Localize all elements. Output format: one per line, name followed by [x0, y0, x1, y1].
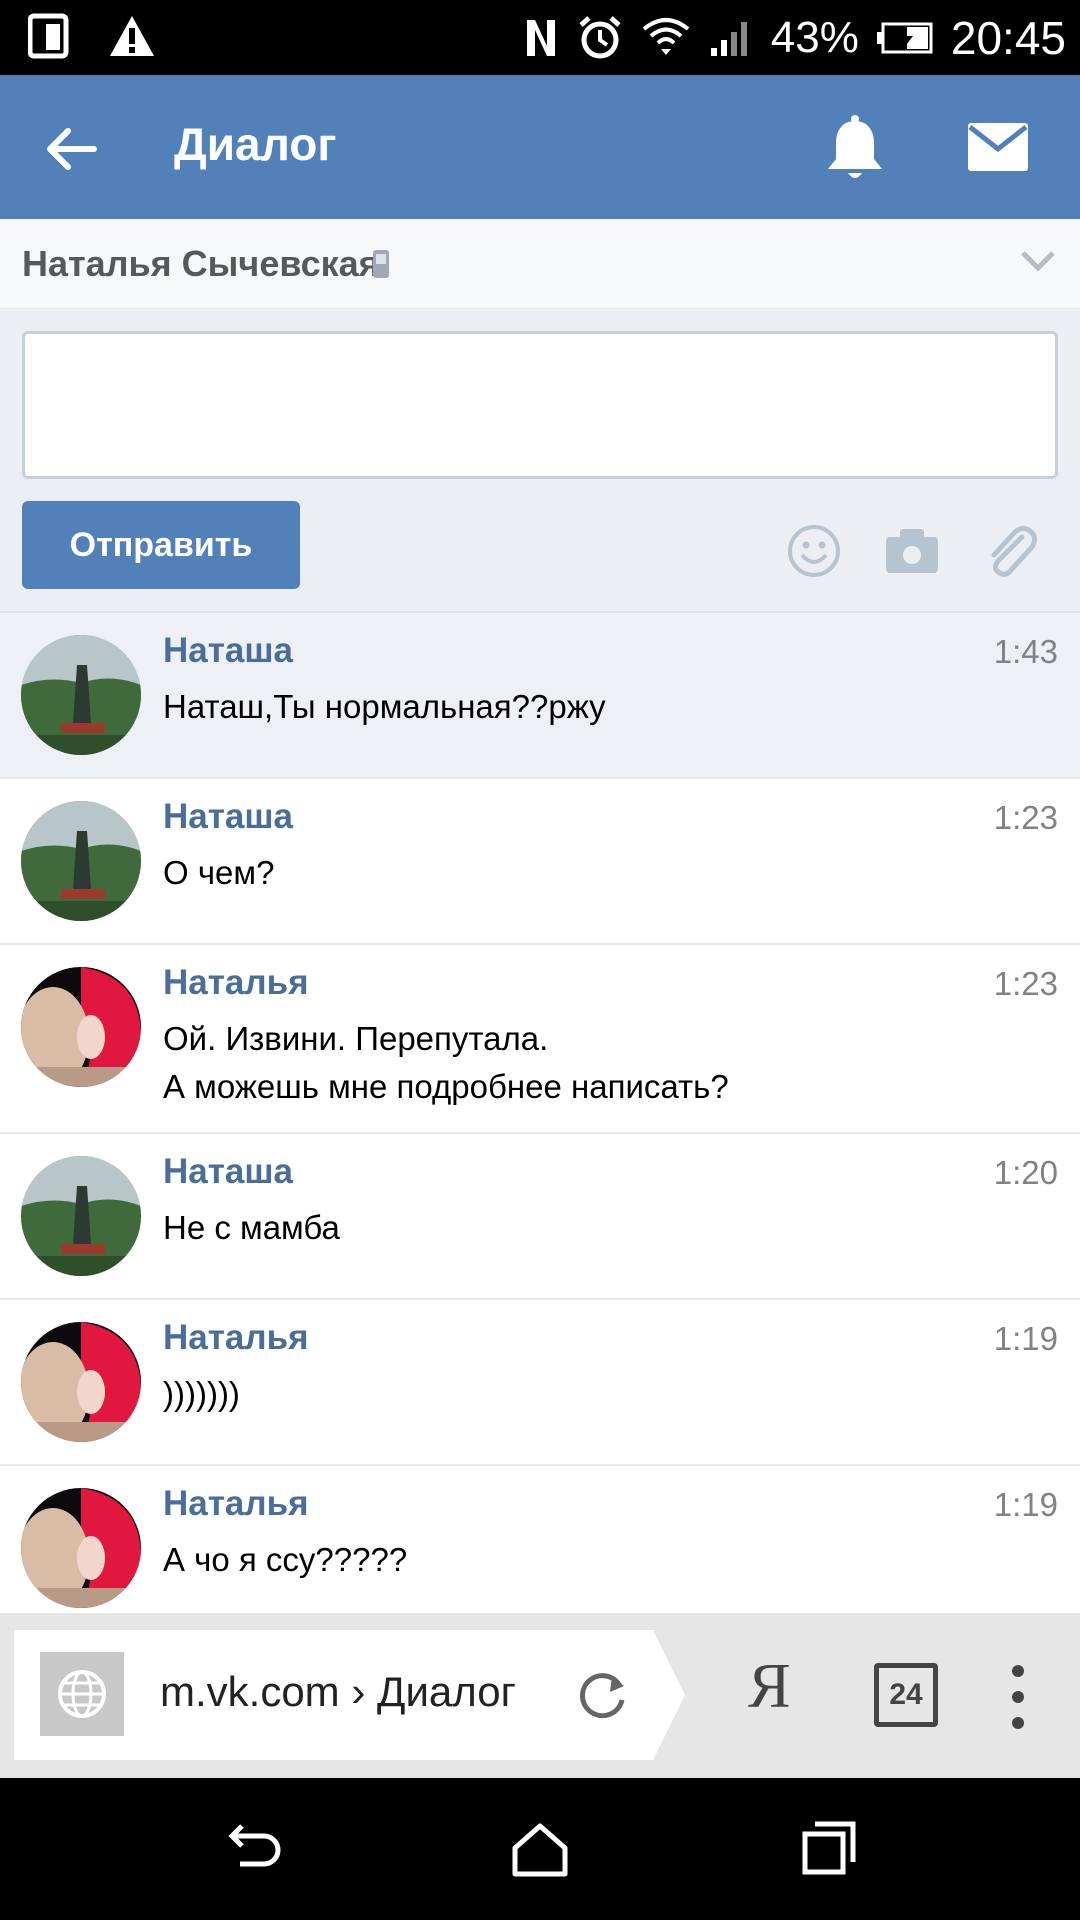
send-button[interactable]: Отправить [22, 501, 300, 589]
message-text: ))))))) [163, 1375, 240, 1412]
nav-home-icon[interactable] [507, 1816, 573, 1882]
contact-name: Наталья Сычевская [22, 243, 380, 284]
message-author[interactable]: Наташа [163, 1152, 293, 1192]
dialog-contact-header[interactable]: Наталья Сычевская [0, 219, 1080, 309]
avatar[interactable] [21, 801, 141, 921]
signal-icon [710, 21, 747, 56]
message-list: Наташа 1:43 Наташ,Ты нормальная??ржу Нат… [0, 613, 1080, 1613]
message-time: 1:20 [993, 1154, 1058, 1191]
page-title: Диалог [174, 118, 337, 170]
avatar[interactable] [21, 1322, 141, 1442]
message-item[interactable]: Наташа 1:43 Наташ,Ты нормальная??ржу [0, 613, 1080, 779]
message-time: 1:19 [993, 1320, 1058, 1357]
wifi-icon [642, 17, 690, 55]
notifications-bell-icon[interactable] [824, 115, 886, 183]
message-item[interactable]: Наташа 1:23 О чем? [0, 779, 1080, 945]
redhair-avatar-image [21, 1488, 141, 1608]
tabs-counter-button[interactable]: 24 [874, 1663, 938, 1727]
message-time: 1:23 [993, 799, 1058, 836]
message-text: Наташ,Ты нормальная??ржу [163, 688, 606, 725]
redhair-avatar-image [21, 967, 141, 1087]
message-author[interactable]: Наташа [163, 797, 293, 837]
system-nav-bar [0, 1778, 1080, 1920]
message-item[interactable]: Наташа 1:20 Не с мамба [0, 1134, 1080, 1300]
message-author[interactable]: Наталья [163, 963, 309, 1003]
status-bar: 43% 20:45 [0, 0, 1080, 75]
message-author[interactable]: Наталья [163, 1318, 309, 1358]
nav-back-icon[interactable] [220, 1816, 286, 1882]
camera-icon[interactable] [884, 523, 940, 579]
statue-avatar-image [21, 801, 141, 921]
reload-icon[interactable] [574, 1666, 632, 1724]
message-time: 1:43 [993, 633, 1058, 670]
avatar[interactable] [21, 1488, 141, 1608]
message-item[interactable]: Наталья 1:23 Ой. Извини. Перепутала. А м… [0, 945, 1080, 1134]
address-bar-arrow [653, 1630, 685, 1760]
avatar[interactable] [21, 967, 141, 1087]
site-globe-icon [40, 1652, 124, 1736]
message-text: Не с мамба [163, 1209, 340, 1246]
nfc-icon [526, 19, 555, 56]
statue-avatar-image [21, 635, 141, 755]
message-input[interactable] [22, 331, 1058, 479]
overflow-menu-icon[interactable] [1006, 1661, 1030, 1733]
battery-percent: 43% [770, 12, 859, 62]
nav-recents-icon[interactable] [795, 1816, 861, 1882]
message-text: О чем? [163, 854, 275, 891]
emoji-icon[interactable] [786, 523, 842, 579]
warning-icon [110, 16, 154, 56]
message-author[interactable]: Наташа [163, 631, 293, 671]
mobile-online-icon [373, 250, 389, 278]
messages-envelope-icon[interactable] [966, 121, 1030, 173]
alarm-icon [579, 15, 621, 58]
redhair-avatar-image [21, 1322, 141, 1442]
battery-charging-icon [876, 22, 933, 53]
clock: 20:45 [950, 11, 1066, 64]
message-item[interactable]: Наталья 1:19 А чо я ссу????? [0, 1466, 1080, 1613]
yandex-icon[interactable]: Я [748, 1649, 791, 1723]
app-bar: Диалог [0, 75, 1080, 219]
address-bar[interactable]: m.vk.com › Диалог [14, 1630, 654, 1760]
attach-paperclip-icon[interactable] [982, 523, 1038, 579]
screen-mirror-icon [28, 13, 69, 59]
message-time: 1:23 [993, 965, 1058, 1002]
browser-toolbar: m.vk.com › Диалог Я 24 [0, 1613, 1080, 1778]
message-time: 1:19 [993, 1486, 1058, 1523]
url-text[interactable]: m.vk.com › Диалог [160, 1668, 560, 1716]
chevron-down-icon[interactable] [1020, 249, 1056, 273]
message-text: Ой. Извини. Перепутала. А можешь мне под… [163, 1020, 729, 1105]
statue-avatar-image [21, 1156, 141, 1276]
compose-panel: Отправить [0, 309, 1080, 613]
message-author[interactable]: Наталья [163, 1484, 309, 1524]
back-arrow-icon[interactable] [42, 119, 102, 179]
avatar[interactable] [21, 635, 141, 755]
avatar[interactable] [21, 1156, 141, 1276]
message-item[interactable]: Наталья 1:19 ))))))) [0, 1300, 1080, 1466]
message-text: А чо я ссу????? [163, 1541, 408, 1578]
